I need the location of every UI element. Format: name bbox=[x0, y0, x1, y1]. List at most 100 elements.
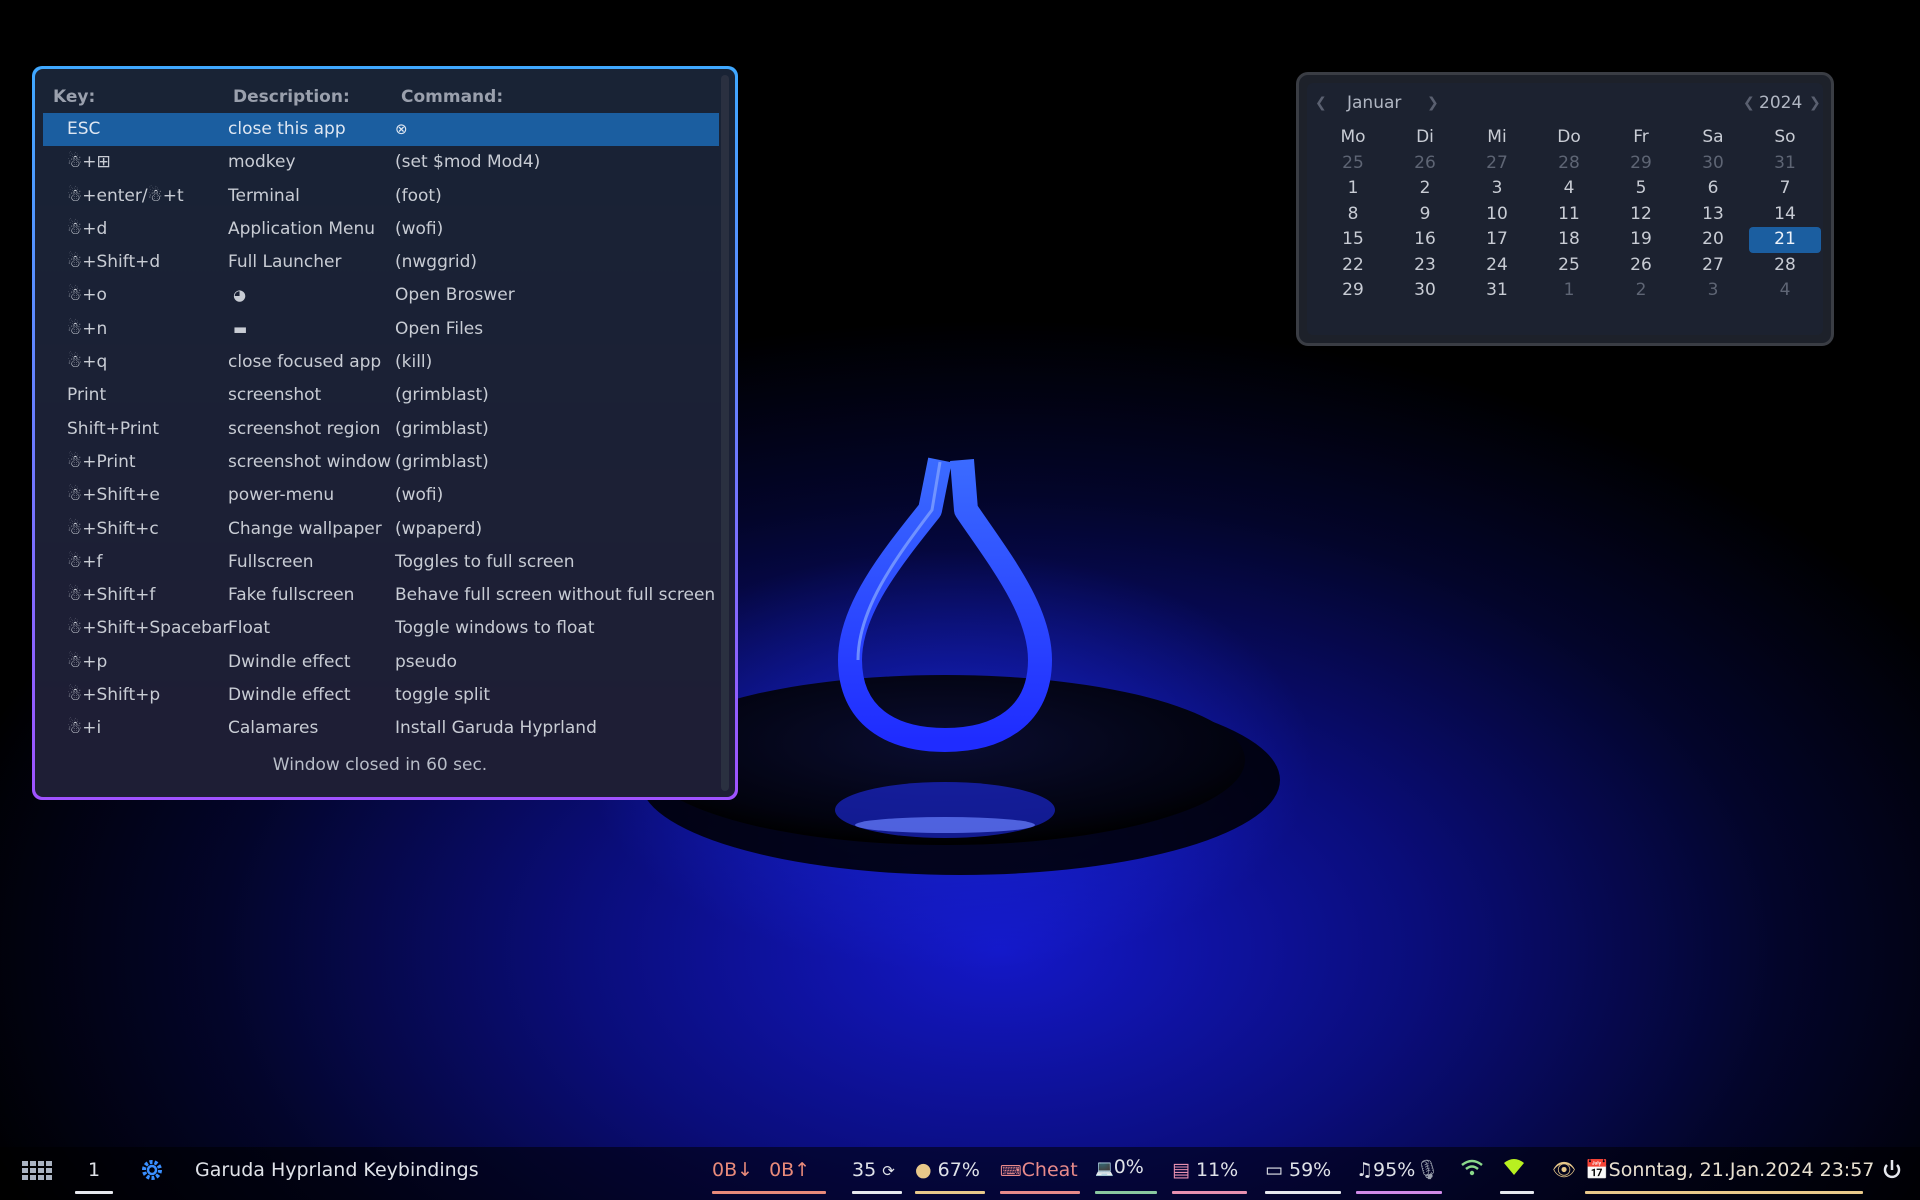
calendar-day[interactable]: 23 bbox=[1389, 253, 1461, 279]
keybinding-row[interactable]: ☃+n ▬ Open Files bbox=[43, 313, 719, 346]
workspace-button[interactable]: 1 bbox=[75, 1147, 113, 1200]
calendar-day[interactable]: 6 bbox=[1677, 176, 1749, 202]
weekday-label: Mi bbox=[1487, 127, 1507, 147]
calendar-day[interactable]: 27 bbox=[1461, 151, 1533, 177]
keybinding-row[interactable]: ☃+enter/☃+t Terminal (foot) bbox=[43, 180, 719, 213]
volume-widget[interactable]: ♫95%🎙 bbox=[1356, 1147, 1442, 1200]
disk-widget[interactable]: ▤ 11% bbox=[1172, 1147, 1247, 1200]
settings-gear-icon[interactable] bbox=[138, 1147, 166, 1200]
prev-year-icon[interactable]: ❮ bbox=[1743, 95, 1755, 111]
keybinding-command: (wofi) bbox=[395, 218, 444, 239]
calendar-day[interactable]: 16 bbox=[1389, 227, 1461, 253]
calendar-day[interactable]: 8 bbox=[1317, 202, 1389, 228]
calendar-day[interactable]: 27 bbox=[1677, 253, 1749, 279]
keybinding-row[interactable]: ☃+⊞ modkey (set $mod Mod4) bbox=[43, 146, 719, 179]
calendar-day[interactable]: 28 bbox=[1749, 253, 1821, 279]
calendar-day[interactable]: 29 bbox=[1317, 278, 1389, 304]
scrollbar[interactable] bbox=[721, 75, 729, 791]
keybinding-description: screenshot bbox=[228, 385, 322, 406]
calendar-day[interactable]: 9 bbox=[1389, 202, 1461, 228]
keybinding-key: Print bbox=[67, 385, 107, 406]
calendar-day[interactable]: 25 bbox=[1317, 151, 1389, 177]
cpu-widget[interactable]: 💻0% bbox=[1095, 1147, 1157, 1200]
clock-widget[interactable]: 📅Sonntag, 21.Jan.2024 23:57 bbox=[1585, 1147, 1874, 1200]
keybinding-row[interactable]: ☃+Shift+Spacebar Float Toggle windows to f… bbox=[43, 612, 719, 645]
calendar-day[interactable]: 2 bbox=[1605, 278, 1677, 304]
calendar-day-today[interactable]: 21 bbox=[1749, 227, 1821, 253]
calendar-day[interactable]: 28 bbox=[1533, 151, 1605, 177]
calendar-day[interactable]: 11 bbox=[1533, 202, 1605, 228]
keybinding-row[interactable]: ☃+Print screenshot window (grimblast) bbox=[43, 446, 719, 479]
calendar-day[interactable]: 10 bbox=[1461, 202, 1533, 228]
calendar-day[interactable]: 1 bbox=[1317, 176, 1389, 202]
keybinding-row[interactable]: ☃+i Calamares Install Garuda Hyprland bbox=[43, 712, 719, 745]
keybinding-row[interactable]: ESC close this app ⊗ bbox=[43, 113, 719, 147]
calendar-day[interactable]: 31 bbox=[1461, 278, 1533, 304]
power-icon[interactable] bbox=[1882, 1147, 1902, 1200]
updates-widget[interactable]: 35 ⟳ bbox=[852, 1147, 902, 1200]
calendar-day[interactable]: 26 bbox=[1389, 151, 1461, 177]
wifi-icon[interactable] bbox=[1460, 1147, 1484, 1200]
brightness-widget[interactable]: ● 67% bbox=[915, 1147, 985, 1200]
calendar-day[interactable]: 14 bbox=[1749, 202, 1821, 228]
calendar-day[interactable]: 29 bbox=[1605, 151, 1677, 177]
battery-widget[interactable]: ▭ 59% bbox=[1265, 1147, 1341, 1200]
calendar-day[interactable]: 1 bbox=[1533, 278, 1605, 304]
next-month-icon[interactable]: ❯ bbox=[1427, 95, 1439, 111]
calendar-day[interactable]: 3 bbox=[1677, 278, 1749, 304]
keybinding-row[interactable]: ☃+Shift+f Fake fullscreen Behave full scre… bbox=[43, 579, 719, 612]
calendar-day[interactable]: 25 bbox=[1533, 253, 1605, 279]
keybindings-list: ESC close this app ⊗ ☃+⊞ modkey (set $mod Mod… bbox=[43, 113, 719, 746]
keybinding-description: Fullscreen bbox=[228, 551, 314, 572]
keybinding-key: ☃+Shift+f bbox=[67, 585, 156, 606]
calendar-day[interactable]: 22 bbox=[1317, 253, 1389, 279]
calendar-day[interactable]: 30 bbox=[1389, 278, 1461, 304]
keybinding-row[interactable]: Print screenshot (grimblast) bbox=[43, 379, 719, 412]
keybinding-row[interactable]: ☃+Shift+c Change wallpaper (wpaperd) bbox=[43, 513, 719, 546]
calendar-day[interactable]: 31 bbox=[1749, 151, 1821, 177]
network-widget[interactable]: 0B↓ 0B↑ bbox=[712, 1147, 826, 1200]
keybinding-row[interactable]: ☃+Shift+e power-menu (wofi) bbox=[43, 479, 719, 512]
keybinding-key: ☃+n bbox=[67, 318, 108, 339]
calendar-day[interactable]: 13 bbox=[1677, 202, 1749, 228]
calendar-day[interactable]: 4 bbox=[1533, 176, 1605, 202]
calendar-month[interactable]: Januar bbox=[1347, 93, 1401, 113]
keybinding-description: Application Menu bbox=[228, 218, 376, 239]
calendar-day[interactable]: 20 bbox=[1677, 227, 1749, 253]
cheatsheet-button[interactable]: ⌨Cheat bbox=[1000, 1147, 1080, 1200]
next-year-icon[interactable]: ❯ bbox=[1809, 95, 1821, 111]
weekday-label: Do bbox=[1557, 127, 1581, 147]
calendar-day[interactable]: 7 bbox=[1749, 176, 1821, 202]
keybinding-row[interactable]: ☃+d Application Menu (wofi) bbox=[43, 213, 719, 246]
apps-grid-icon[interactable] bbox=[22, 1147, 52, 1200]
keybinding-row[interactable]: Shift+Print screenshot region (grimblast) bbox=[43, 413, 719, 446]
prev-month-icon[interactable]: ❮ bbox=[1315, 95, 1327, 111]
keybinding-row[interactable]: ☃+Shift+p Dwindle effect toggle split bbox=[43, 679, 719, 712]
calendar-day[interactable]: 2 bbox=[1389, 176, 1461, 202]
calendar-day[interactable]: 12 bbox=[1605, 202, 1677, 228]
calendar-day[interactable]: 4 bbox=[1749, 278, 1821, 304]
keybinding-key: ☃+i bbox=[67, 718, 102, 739]
keybindings-window: Key: Description: Command: ESC close this… bbox=[32, 66, 738, 800]
calendar-day[interactable]: 3 bbox=[1461, 176, 1533, 202]
keybinding-row[interactable]: ☃+Shift+d Full Launcher (nwggrid) bbox=[43, 246, 719, 279]
keybinding-key: ☃+o bbox=[67, 285, 107, 306]
keybinding-key: ☃+d bbox=[67, 218, 108, 239]
calendar-day[interactable]: 5 bbox=[1605, 176, 1677, 202]
keybinding-row[interactable]: ☃+q close focused app (kill) bbox=[43, 346, 719, 379]
calendar-day[interactable]: 30 bbox=[1677, 151, 1749, 177]
calendar-day[interactable]: 15 bbox=[1317, 227, 1389, 253]
calendar-day[interactable]: 26 bbox=[1605, 253, 1677, 279]
calendar-day[interactable]: 19 bbox=[1605, 227, 1677, 253]
calendar-day[interactable]: 24 bbox=[1461, 253, 1533, 279]
eye-hidden-icon[interactable]: 👁 bbox=[1552, 1147, 1576, 1200]
calendar-day[interactable]: 17 bbox=[1461, 227, 1533, 253]
calendar-day[interactable]: 18 bbox=[1533, 227, 1605, 253]
calendar-year[interactable]: 2024 bbox=[1759, 93, 1802, 113]
keybinding-row[interactable]: ☃+o ◕ Open Broswer bbox=[43, 279, 719, 312]
keybinding-command: Open Files bbox=[395, 318, 484, 339]
keybinding-row[interactable]: ☃+f Fullscreen Toggles to full screen bbox=[43, 546, 719, 579]
keybinding-row[interactable]: ☃+p Dwindle effect pseudo bbox=[43, 646, 719, 679]
wifi-signal-icon[interactable] bbox=[1500, 1147, 1534, 1200]
keybinding-description: modkey bbox=[228, 152, 296, 173]
